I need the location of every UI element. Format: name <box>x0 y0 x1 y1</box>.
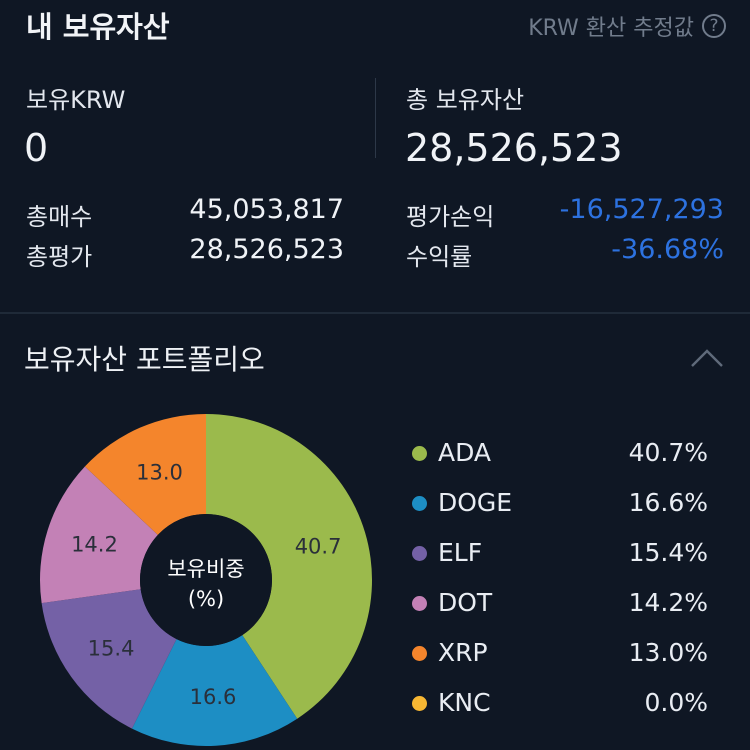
legend-percent-xrp: 13.0% <box>628 638 708 667</box>
slice-label-elf: 15.4 <box>88 636 135 660</box>
portfolio-donut-chart: 보유비중 (%) 40.7 16.6 15.4 14.2 13.0 <box>40 414 372 746</box>
total-eval-value: 28,526,523 <box>189 234 344 265</box>
legend-percent-ada: 40.7% <box>628 438 708 467</box>
legend-dot-ada <box>412 446 427 461</box>
section-divider <box>0 312 750 314</box>
chevron-up-icon[interactable] <box>690 348 724 368</box>
legend-dot-doge <box>412 496 427 511</box>
return-rate-value: -36.68% <box>611 234 724 265</box>
legend-dot-xrp <box>412 646 427 661</box>
slice-label-dot: 14.2 <box>71 533 118 557</box>
help-circle-icon[interactable]: ? <box>702 14 726 38</box>
legend-name-dot: DOT <box>438 588 493 617</box>
total-buy-value: 45,053,817 <box>189 194 344 225</box>
legend-percent-doge: 16.6% <box>628 488 708 517</box>
slice-label-xrp: 13.0 <box>136 461 183 485</box>
legend-name-xrp: XRP <box>438 638 488 667</box>
total-eval-label: 총평가 <box>26 243 93 271</box>
chart-center-line1: 보유비중 <box>167 557 244 581</box>
legend-percent-elf: 15.4% <box>628 538 708 567</box>
pnl-value: -16,527,293 <box>559 194 724 225</box>
legend-name-doge: DOGE <box>438 488 513 517</box>
legend-name-knc: KNC <box>438 688 491 717</box>
legend-percent-dot: 14.2% <box>628 588 708 617</box>
total-assets-value: 28,526,523 <box>405 126 623 170</box>
total-assets-label: 총 보유자산 <box>406 86 525 114</box>
legend-dot-dot <box>412 596 427 611</box>
slice-label-doge: 16.6 <box>190 685 237 709</box>
page-title: 내 보유자산 <box>26 10 170 44</box>
pnl-label: 평가손익 <box>406 203 495 231</box>
return-rate-label: 수익률 <box>406 243 473 271</box>
total-buy-label: 총매수 <box>26 203 93 231</box>
krw-estimate-label: KRW 환산 추정값 <box>528 16 694 41</box>
krw-estimate-note[interactable]: KRW 환산 추정값 ? <box>528 10 726 42</box>
holding-krw-value: 0 <box>24 126 49 170</box>
legend-dot-knc <box>412 696 427 711</box>
portfolio-title: 보유자산 포트폴리오 <box>24 343 265 376</box>
holding-krw-label: 보유KRW <box>26 86 126 114</box>
slice-label-ada: 40.7 <box>295 534 342 558</box>
summary-divider <box>375 78 376 158</box>
chart-center-line2: (%) <box>188 587 224 611</box>
legend-name-ada: ADA <box>438 438 492 467</box>
legend-name-elf: ELF <box>438 538 483 567</box>
legend-percent-knc: 0.0% <box>644 688 708 717</box>
legend-dot-elf <box>412 546 427 561</box>
